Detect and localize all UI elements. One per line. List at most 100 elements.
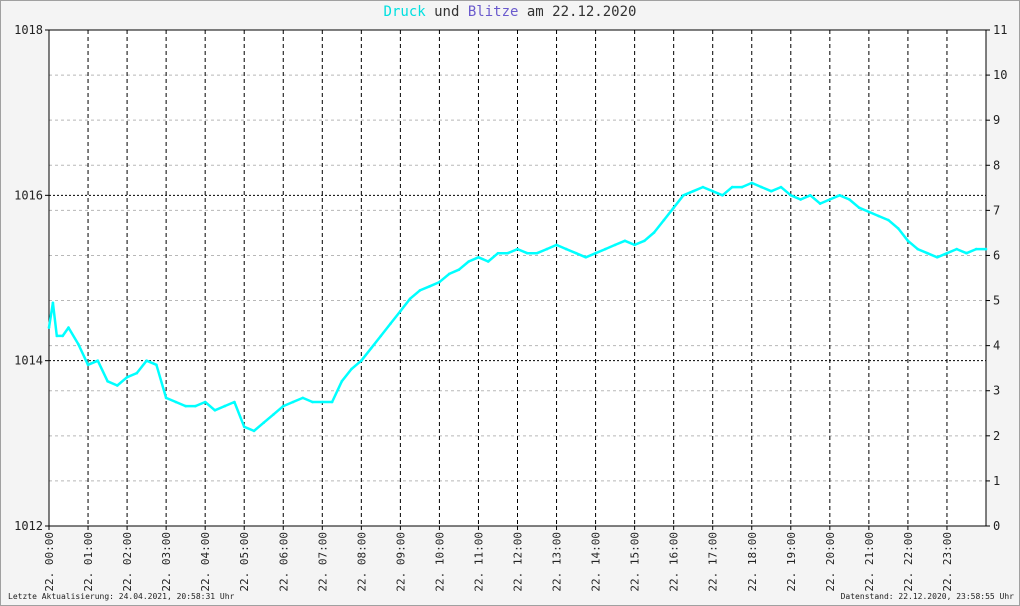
- series-point-druck: [740, 185, 744, 189]
- series-point-druck: [282, 404, 285, 408]
- series-point-druck: [887, 218, 890, 222]
- series-point-druck: [662, 218, 666, 222]
- series-point-druck: [730, 185, 734, 189]
- y-right-tick-label: 2: [993, 429, 1000, 443]
- y-right-tick-label: 5: [993, 294, 1000, 308]
- x-tick-label: 22. 12:00: [512, 532, 525, 592]
- series-point-druck: [291, 400, 295, 404]
- series-point-druck: [438, 280, 441, 284]
- series-point-druck: [399, 309, 402, 313]
- series-point-druck: [321, 400, 324, 404]
- pressure-chart: 1012 1014 1016 1018 0 1 2 3 4 5 6 7 8 9 10 11 22. 00:0…: [14, 23, 1007, 592]
- series-point-druck: [486, 260, 490, 263]
- series-point-druck: [867, 210, 871, 214]
- series-point-druck: [916, 247, 919, 251]
- series-point-druck: [301, 396, 305, 400]
- x-tick-label: 22. 03:00: [160, 532, 173, 592]
- last-update-text: Letzte Aktualisierung: 24.04.2021, 20:58…: [8, 592, 235, 601]
- x-tick-label: 22. 13:00: [551, 532, 564, 592]
- series-point-druck: [447, 272, 451, 276]
- series-point-druck: [262, 421, 266, 425]
- series-point-druck: [55, 334, 59, 338]
- series-point-druck: [428, 285, 432, 288]
- series-point-druck: [770, 189, 773, 193]
- x-tick-label: 22. 10:00: [433, 532, 446, 592]
- series-point-druck: [272, 413, 275, 416]
- series-point-druck: [555, 243, 558, 247]
- series-point-druck: [682, 194, 685, 197]
- series-point-druck: [594, 251, 597, 255]
- x-tick-label: 22. 08:00: [355, 532, 368, 592]
- series-point-druck: [926, 251, 929, 255]
- series-point-druck: [369, 347, 373, 350]
- series-point-druck: [760, 185, 763, 189]
- series-point-druck: [857, 206, 861, 209]
- y-right-tick-label: 7: [993, 203, 1000, 217]
- series-point-druck: [701, 185, 705, 189]
- series-point-druck: [467, 260, 471, 263]
- x-tick-label: 22. 23:00: [941, 532, 954, 592]
- x-tick-label: 22. 04:00: [199, 532, 212, 592]
- series-point-druck: [984, 247, 988, 251]
- series-point-druck: [526, 251, 529, 255]
- series-point-druck: [896, 227, 900, 230]
- series-point-druck: [125, 375, 129, 379]
- series-point-druck: [789, 194, 793, 197]
- series-point-druck: [516, 247, 519, 251]
- series-point-druck: [51, 301, 55, 305]
- x-tick-label: 22. 18:00: [746, 532, 759, 592]
- series-point-druck: [574, 251, 578, 255]
- series-point-druck: [116, 384, 119, 387]
- x-tick-label: 22. 07:00: [316, 532, 329, 592]
- x-tick-label: 22. 20:00: [824, 532, 837, 592]
- series-point-druck: [389, 322, 392, 325]
- x-tick-label: 22. 02:00: [121, 532, 134, 592]
- series-point-druck: [340, 380, 344, 383]
- series-point-druck: [330, 400, 334, 404]
- series-point-druck: [633, 243, 636, 247]
- series-point-druck: [311, 400, 314, 404]
- y-right-tick-label: 10: [993, 68, 1007, 82]
- x-tick-label: 22. 14:00: [590, 532, 603, 592]
- data-status-text: Datenstand: 22.12.2020, 23:58:55 Uhr: [840, 592, 1014, 601]
- series-point-druck: [604, 247, 607, 251]
- series-point-druck: [535, 251, 539, 255]
- series-point-druck: [155, 363, 158, 367]
- series-point-druck: [613, 243, 617, 247]
- y-right-tick-label: 9: [993, 113, 1000, 127]
- x-tick-label: 22. 17:00: [707, 532, 720, 592]
- x-tick-label: 22. 00:00: [43, 532, 56, 592]
- series-point-druck: [96, 359, 100, 363]
- series-point-druck: [721, 194, 724, 197]
- y-axis-right: 0 1 2 3 4 5 6 7 8 9 10 11: [986, 23, 1007, 533]
- y-left-tick-label: 1014: [14, 354, 43, 368]
- y-right-tick-label: 0: [993, 519, 1000, 533]
- series-point-druck: [194, 404, 197, 408]
- y-left-tick-label: 1018: [14, 23, 43, 37]
- x-tick-label: 22. 09:00: [394, 532, 407, 592]
- series-point-druck: [672, 206, 675, 209]
- series-point-druck: [565, 247, 568, 251]
- series-point-druck: [506, 251, 510, 255]
- y-right-tick-label: 4: [993, 339, 1000, 353]
- x-tick-label: 22. 15:00: [629, 532, 642, 592]
- series-point-druck: [877, 214, 880, 218]
- series-point-druck: [242, 425, 246, 429]
- series-point-druck: [750, 181, 754, 185]
- y-right-tick-label: 8: [993, 158, 1000, 172]
- series-point-druck: [418, 289, 422, 292]
- series-point-druck: [711, 189, 714, 193]
- series-point-druck: [955, 247, 958, 251]
- series-point-druck: [145, 359, 148, 363]
- series-point-druck: [106, 380, 109, 383]
- series-point-druck: [818, 202, 822, 205]
- series-point-druck: [67, 326, 70, 329]
- series-point-druck: [174, 400, 178, 404]
- series-point-druck: [360, 359, 363, 363]
- series-point-druck: [838, 194, 841, 197]
- x-tick-label: 22. 06:00: [277, 532, 290, 592]
- series-point-druck: [496, 251, 500, 255]
- series-point-druck: [643, 239, 646, 243]
- series-point-druck: [974, 247, 978, 251]
- series-point-druck: [164, 396, 168, 400]
